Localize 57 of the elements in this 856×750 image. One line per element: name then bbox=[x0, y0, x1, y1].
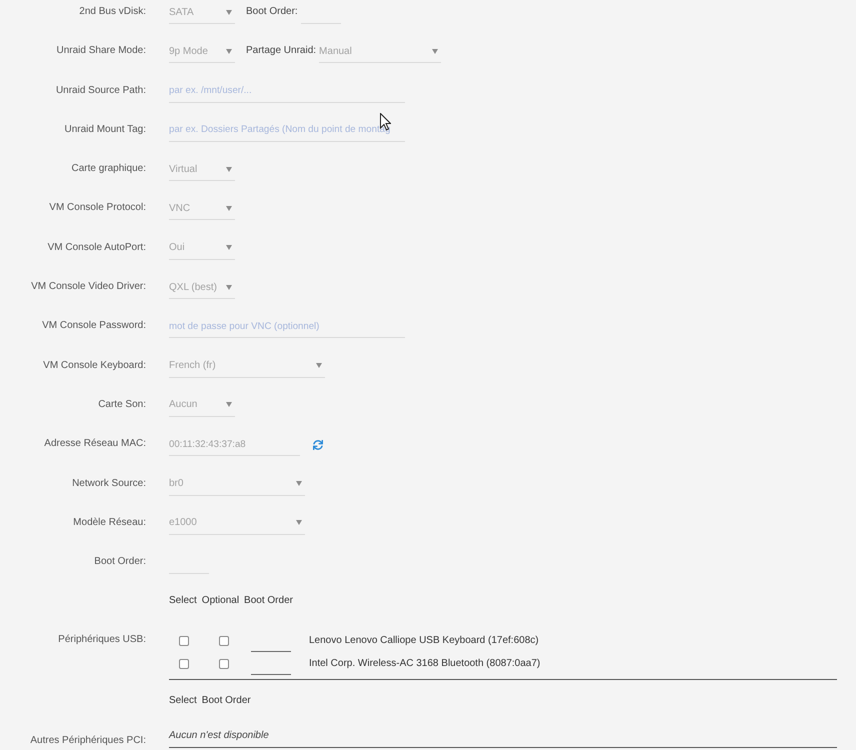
form-select[interactable]: Aucun bbox=[169, 394, 235, 417]
field-label: Unraid Mount Tag: bbox=[64, 122, 146, 137]
form-select[interactable]: SATA bbox=[169, 1, 235, 24]
field-label: Unraid Source Path: bbox=[56, 84, 146, 98]
form-select[interactable]: VNC bbox=[169, 197, 235, 220]
inline-select[interactable]: Manual bbox=[319, 40, 442, 64]
select-checkbox[interactable] bbox=[179, 658, 189, 669]
form-field[interactable]: mot de passe pour VNC (optionnel) bbox=[169, 315, 405, 338]
caret-icon bbox=[226, 166, 232, 172]
column-header: Boot Order bbox=[202, 694, 251, 708]
device-name: Lenovo Lenovo Calliope USB Keyboard (17ef:608c) bbox=[309, 634, 539, 648]
field-label: VM Console Keyboard: bbox=[43, 358, 146, 373]
field-label: VM Console Password: bbox=[42, 319, 146, 334]
caret-icon bbox=[226, 10, 232, 14]
caret-icon bbox=[432, 48, 438, 54]
empty-device-text: Aucun n'est disponible bbox=[169, 725, 837, 748]
form-select[interactable]: Oui bbox=[169, 236, 235, 260]
form-select[interactable]: br0 bbox=[169, 472, 305, 496]
field-label: Carte Son: bbox=[98, 398, 146, 412]
field-label: Unraid Share Mode: bbox=[56, 44, 146, 58]
field-label: Boot Order: bbox=[246, 5, 298, 19]
column-header: Select bbox=[169, 594, 197, 608]
caret-icon bbox=[296, 481, 302, 486]
caret-icon bbox=[226, 402, 232, 408]
caret-icon bbox=[296, 520, 302, 526]
caret-icon bbox=[226, 245, 232, 250]
field-label: Boot Order: bbox=[94, 555, 146, 570]
column-header: Boot Order bbox=[244, 594, 293, 608]
form-select[interactable]: QXL (best) bbox=[169, 276, 235, 300]
field-label: VM Console AutoPort: bbox=[48, 240, 146, 255]
refresh-icon[interactable] bbox=[313, 440, 323, 450]
field-label: Adresse Réseau MAC: bbox=[44, 437, 146, 452]
form-field[interactable]: 00:11:32:43:37:a8 bbox=[169, 433, 300, 456]
caret-icon bbox=[316, 363, 322, 368]
select-checkbox[interactable] bbox=[179, 636, 189, 646]
field-label: Network Source: bbox=[72, 476, 146, 491]
device-name: Intel Corp. Wireless-AC 3168 Bluetooth (8087:0aa7) bbox=[309, 656, 540, 671]
column-header: Optional bbox=[202, 594, 240, 608]
caret-icon bbox=[226, 206, 232, 211]
optional-checkbox[interactable] bbox=[219, 636, 229, 646]
field-label: Carte graphique: bbox=[72, 162, 146, 176]
column-header: Select bbox=[169, 694, 197, 708]
form-select[interactable]: French (fr) bbox=[169, 354, 325, 378]
field-label: Partage Unraid: bbox=[246, 44, 316, 58]
caret-icon bbox=[226, 48, 232, 54]
form-select[interactable]: 9p Mode bbox=[169, 40, 235, 64]
field-label: 2nd Bus vDisk: bbox=[79, 5, 146, 19]
caret-icon bbox=[226, 284, 232, 290]
field-label: Modèle Réseau: bbox=[73, 516, 146, 530]
field-label: VM Console Video Driver: bbox=[31, 280, 146, 294]
field-label: Périphériques USB: bbox=[58, 633, 146, 648]
form-select[interactable]: Virtual bbox=[169, 158, 235, 182]
form-field[interactable]: par ex. /mnt/user/... bbox=[169, 80, 405, 103]
field-label: VM Console Protocol: bbox=[49, 201, 146, 216]
form-select[interactable]: e1000 bbox=[169, 512, 305, 535]
field-label: Autres Périphériques PCI: bbox=[30, 734, 146, 748]
optional-checkbox[interactable] bbox=[219, 658, 229, 669]
